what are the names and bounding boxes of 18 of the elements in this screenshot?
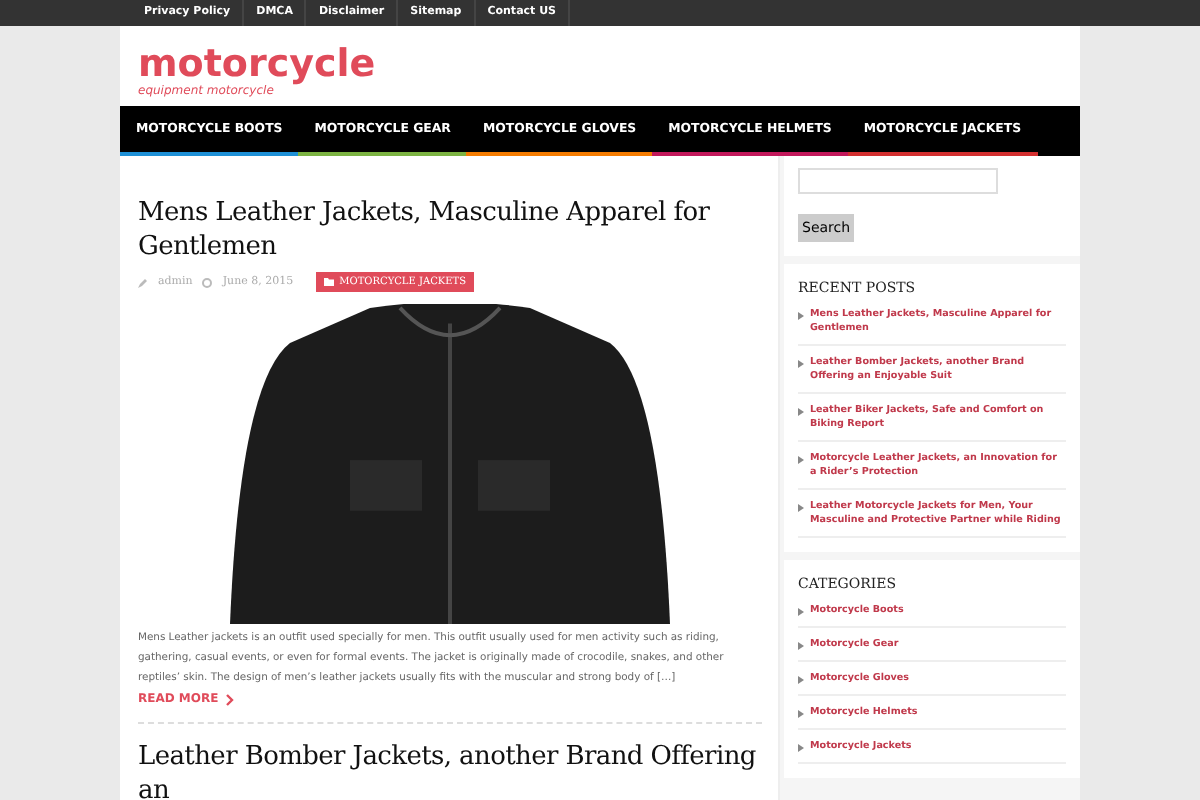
- chevron-icon: [226, 693, 235, 705]
- triangle-icon: [798, 607, 804, 615]
- search-field[interactable]: [798, 168, 998, 194]
- triangle-icon: [798, 675, 804, 683]
- triangle-icon: [798, 503, 804, 511]
- triangle-icon: [798, 407, 804, 415]
- post-title[interactable]: Mens Leather Jackets, Masculine Apparel for Gentlemen: [138, 196, 762, 264]
- triangle-icon: [798, 455, 804, 463]
- triangle-icon: [798, 743, 804, 751]
- pencil-icon: [138, 277, 148, 287]
- post-title[interactable]: Leather Bomber Jackets, another Brand Offering an: [138, 740, 762, 800]
- triangle-icon: [798, 359, 804, 367]
- site-title[interactable]: motorcycle: [138, 44, 376, 84]
- folder-icon: [323, 278, 334, 286]
- clock-icon: [202, 277, 213, 287]
- triangle-icon: [798, 641, 804, 649]
- triangle-icon: [798, 311, 804, 319]
- triangle-icon: [798, 709, 804, 717]
